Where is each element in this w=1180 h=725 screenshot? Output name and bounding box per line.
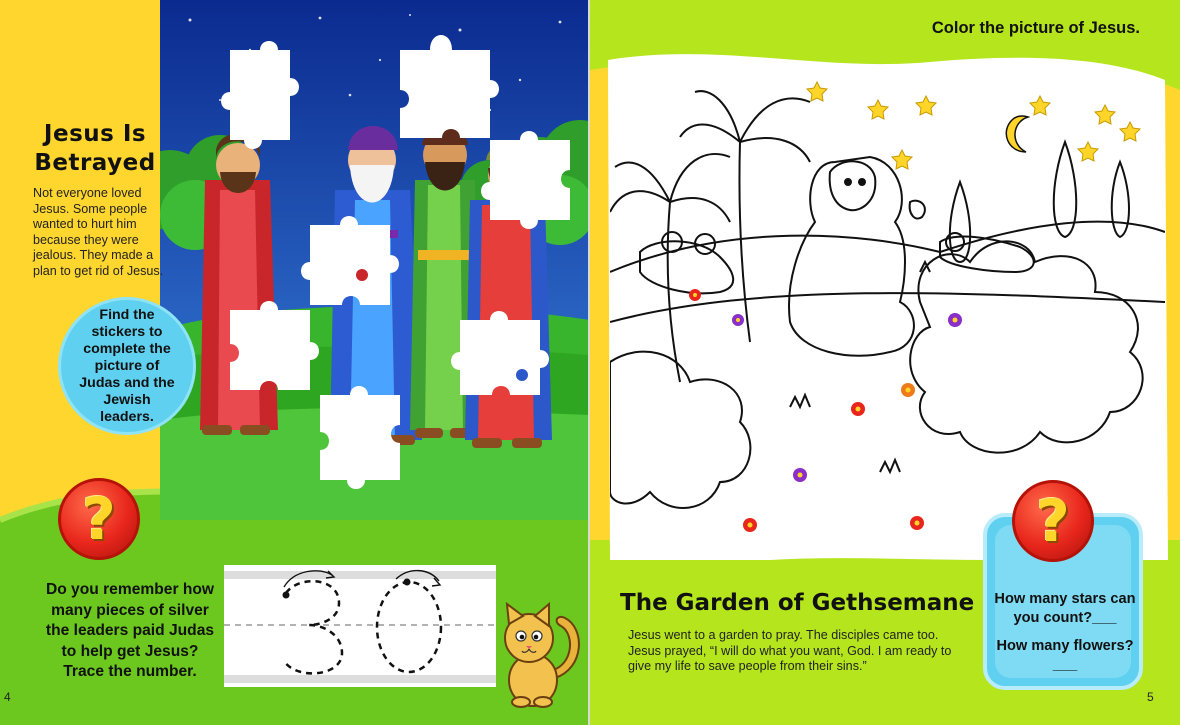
coloring-instruction: Color the picture of Jesus. [931,19,1140,37]
trace-number-box[interactable] [224,565,496,687]
page-number: 4 [4,690,11,704]
garden-story-text: Jesus went to a garden to pray. The disc… [628,628,952,673]
page-title-jesus-betrayed: Jesus Is Betrayed [20,120,170,178]
title-line-2: Betrayed [34,150,156,176]
question-mark-icon: ? [1012,480,1094,562]
question-mark-glyph: ? [1036,487,1070,555]
betrayal-scene [160,0,590,520]
sticker-instruction-bubble: Find the stickers to complete the pictur… [58,297,196,435]
right-page: Color the picture of Jesus. The Garden o… [590,0,1180,725]
sticker-instruction-text: Find the stickers to complete the pictur… [79,306,175,425]
gethsemane-coloring-picture[interactable] [610,62,1165,552]
title-line-1: Jesus Is [43,121,147,147]
stars-question: How many stars can you count?___ [994,591,1136,626]
story-text: Not everyone loved Jesus. Some people wa… [33,186,164,278]
question-mark-glyph: ? [82,485,116,553]
page-title-garden: The Garden of Gethsemane [620,590,975,616]
question-mark-icon: ? [58,478,140,560]
book-spread: Jesus Is Betrayed Not everyone loved Jes… [0,0,1180,725]
cat-illustration [504,601,580,708]
page-number: 5 [1147,690,1154,704]
left-page: Jesus Is Betrayed Not everyone loved Jes… [0,0,590,725]
flowers-question: How many flowers?___ [996,638,1134,673]
silver-question: Do you remember how many pieces of silve… [45,581,215,680]
